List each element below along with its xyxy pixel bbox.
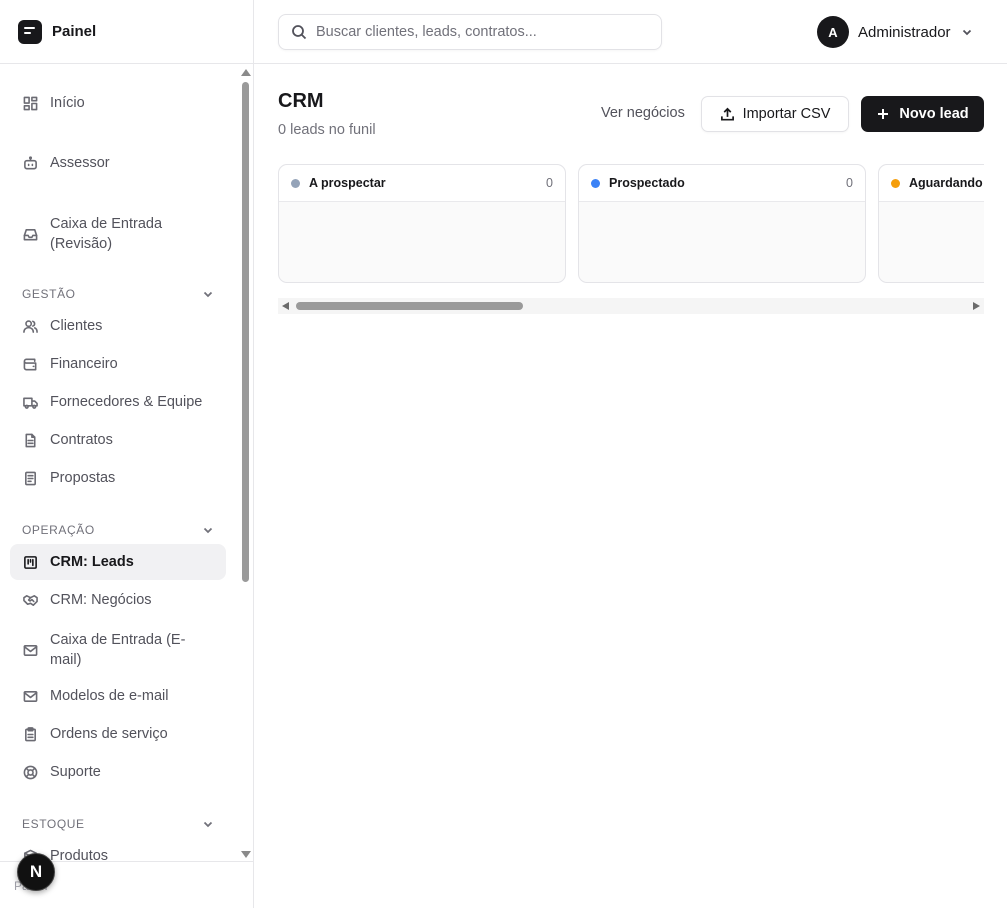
- chevron-down-icon: [203, 291, 213, 298]
- sidebar-item-label: Caixa de Entrada (E-mail): [50, 632, 186, 668]
- column-title: A prospectar: [309, 176, 386, 190]
- sidebar-item-label: Início: [50, 95, 85, 111]
- user-name: Administrador: [858, 23, 951, 41]
- sidebar-item-label: CRM: Negócios: [50, 592, 152, 608]
- sidebar-item-caixa-revisao[interactable]: Caixa de Entrada (Revisão): [10, 212, 226, 256]
- sidebar-item-label: Clientes: [50, 318, 103, 334]
- scroll-up-arrow-icon[interactable]: [241, 69, 251, 76]
- user-menu[interactable]: A Administrador: [817, 16, 973, 48]
- sidebar-item-label: Financeiro: [50, 356, 118, 372]
- sidebar-item-propostas[interactable]: Propostas: [10, 468, 226, 488]
- sidebar-item-crm-negocios[interactable]: CRM: Negócios: [10, 590, 226, 610]
- column-title: Prospectado: [609, 176, 685, 190]
- kanban-column[interactable]: A prospectar 0: [278, 164, 566, 283]
- import-csv-label: Importar CSV: [742, 106, 831, 122]
- sidebar-item-label: Assessor: [50, 155, 110, 171]
- column-count: 0: [546, 176, 553, 190]
- search-box[interactable]: [278, 14, 662, 50]
- dev-tools-badge[interactable]: N: [17, 853, 55, 891]
- brand[interactable]: Painel: [0, 0, 253, 64]
- scrollbar-thumb[interactable]: [242, 82, 249, 582]
- inbox-icon: [22, 224, 38, 244]
- lifebuoy-icon: [22, 762, 38, 782]
- sidebar-item-suporte[interactable]: Suporte: [10, 762, 226, 782]
- section-estoque[interactable]: ESTOQUE: [22, 817, 214, 831]
- sidebar-item-label: Produtos: [50, 848, 109, 861]
- kanban-column[interactable]: Aguardando 0: [878, 164, 984, 283]
- kanban-icon: [22, 552, 38, 572]
- scroll-left-arrow-icon[interactable]: [282, 302, 289, 310]
- sidebar-item-label: CRM: Leads: [50, 554, 134, 570]
- sidebar-item-label: Suporte: [50, 764, 101, 780]
- status-dot-icon: [291, 178, 300, 188]
- kanban-column[interactable]: Prospectado 0: [578, 164, 866, 283]
- search-icon: [292, 25, 307, 40]
- mail-icon: [22, 640, 38, 660]
- column-title: Aguardando: [909, 176, 983, 190]
- dashboard-icon: [22, 93, 38, 113]
- sidebar-item-label: Propostas: [50, 470, 116, 486]
- sidebar-item-financeiro[interactable]: Financeiro: [10, 354, 226, 374]
- sidebar-item-label: Fornecedores & Equipe: [50, 394, 203, 410]
- sidebar-item-label: Ordens de serviço: [50, 726, 168, 742]
- chevron-down-icon: [962, 29, 971, 36]
- sidebar-item-assessor[interactable]: Assessor: [10, 153, 226, 173]
- column-header: A prospectar 0: [279, 165, 565, 202]
- brand-logo-icon: [18, 19, 42, 44]
- sidebar-item-label: Caixa de Entrada (Revisão): [50, 216, 163, 252]
- file-text-icon: [22, 430, 38, 450]
- sidebar-scrollbar[interactable]: [239, 64, 253, 861]
- dev-badge-glyph: N: [29, 862, 43, 881]
- sidebar-item-contratos[interactable]: Contratos: [10, 430, 226, 450]
- import-csv-button[interactable]: Importar CSV: [701, 96, 849, 132]
- chevron-down-icon: [203, 821, 213, 828]
- sidebar-item-label: Modelos de e-mail: [50, 688, 169, 704]
- sidebar-nav: Início Assessor Caixa de Entrada (Revisã…: [0, 65, 253, 861]
- scrollbar-thumb[interactable]: [296, 302, 523, 310]
- page-title: CRM: [278, 90, 324, 112]
- sidebar-item-fornecedores[interactable]: Fornecedores & Equipe: [10, 392, 226, 412]
- brand-name: Painel: [52, 23, 97, 40]
- avatar: A: [817, 16, 849, 48]
- top-bar: A Administrador: [254, 0, 1007, 64]
- plus-icon: [878, 109, 889, 119]
- status-dot-icon: [891, 178, 900, 188]
- sidebar-item-clientes[interactable]: Clientes: [10, 316, 226, 336]
- search-input[interactable]: [316, 24, 656, 40]
- kanban-board: A prospectar 0 Prospectado 0 Aguardando …: [278, 164, 984, 284]
- new-lead-label: Novo lead: [899, 106, 969, 122]
- section-title: OPERAÇÃO: [22, 523, 95, 537]
- users-icon: [22, 316, 38, 336]
- upload-icon: [720, 107, 734, 120]
- status-dot-icon: [591, 178, 600, 188]
- sidebar-item-ordens-servico[interactable]: Ordens de serviço: [10, 724, 226, 744]
- sidebar: Painel Início Assessor Caixa de Entrada …: [0, 0, 254, 908]
- chevron-down-icon: [203, 527, 213, 534]
- bot-icon: [22, 153, 38, 173]
- view-deals-button[interactable]: Ver negócios: [601, 105, 685, 121]
- page-subtitle: 0 leads no funil: [278, 122, 376, 138]
- wallet-icon: [22, 354, 38, 374]
- column-count: 0: [846, 176, 853, 190]
- board-horizontal-scrollbar[interactable]: [278, 298, 984, 314]
- sidebar-item-caixa-email[interactable]: Caixa de Entrada (E-mail): [10, 628, 226, 672]
- section-title: GESTÃO: [22, 287, 76, 301]
- section-title: ESTOQUE: [22, 817, 85, 831]
- scroll-down-arrow-icon[interactable]: [241, 851, 251, 858]
- sidebar-item-inicio[interactable]: Início: [10, 93, 226, 113]
- column-header: Aguardando 0: [879, 165, 984, 202]
- section-gestao[interactable]: GESTÃO: [22, 287, 214, 301]
- sidebar-item-modelos-email[interactable]: Modelos de e-mail: [10, 686, 226, 706]
- handshake-icon: [22, 590, 38, 610]
- sidebar-item-label: Contratos: [50, 432, 113, 448]
- new-lead-button[interactable]: Novo lead: [861, 96, 984, 132]
- scroll-right-arrow-icon[interactable]: [973, 302, 980, 310]
- clipboard-icon: [22, 724, 38, 744]
- section-operacao[interactable]: OPERAÇÃO: [22, 523, 214, 537]
- mail-icon: [22, 686, 38, 706]
- column-header: Prospectado 0: [579, 165, 865, 202]
- file-list-icon: [22, 468, 38, 488]
- truck-icon: [22, 392, 38, 412]
- sidebar-item-crm-leads[interactable]: CRM: Leads: [10, 544, 226, 580]
